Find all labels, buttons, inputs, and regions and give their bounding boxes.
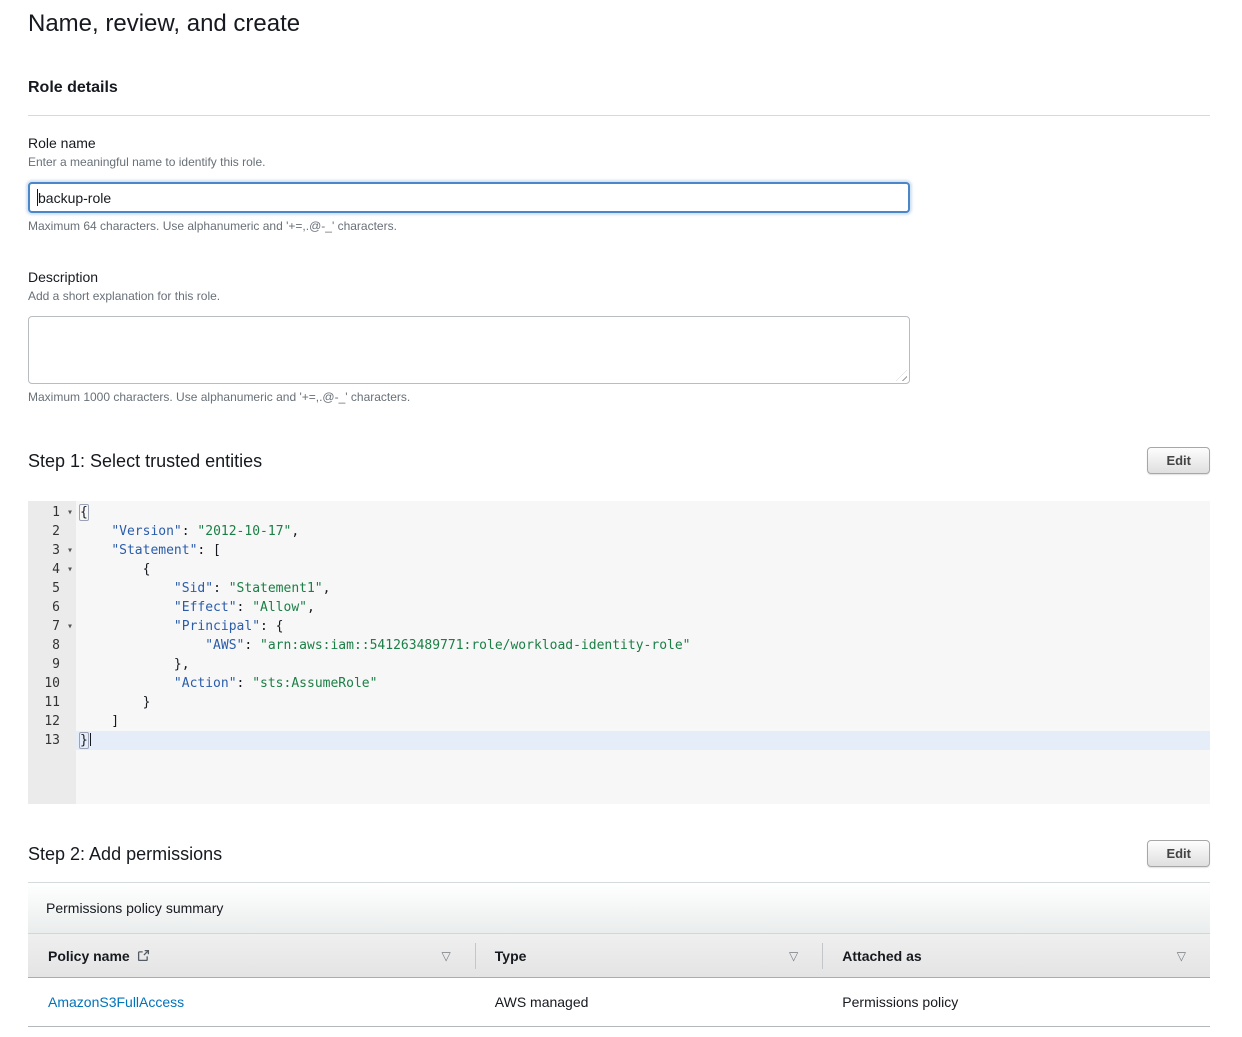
code-line-content: }, <box>76 655 1210 674</box>
filter-triangle-icon[interactable]: ▽ <box>442 949 451 963</box>
code-line: 2 "Version": "2012-10-17", <box>28 522 1210 541</box>
line-number: 4▾ <box>28 560 76 579</box>
code-line-content: "Action": "sts:AssumeRole" <box>76 674 1210 693</box>
line-number: 13 <box>28 731 76 750</box>
code-line: 7▾ "Principal": { <box>28 617 1210 636</box>
code-line: 1▾{ <box>28 503 1210 522</box>
line-number: 5 <box>28 579 76 598</box>
permissions-panel-title: Permissions policy summary <box>46 900 223 916</box>
line-number: 11 <box>28 693 76 712</box>
line-number: 7▾ <box>28 617 76 636</box>
step1-heading: Step 1: Select trusted entities <box>28 449 262 473</box>
code-line-content: "Statement": [ <box>76 541 1210 560</box>
code-line-content: "AWS": "arn:aws:iam::541263489771:role/w… <box>76 636 1210 655</box>
step2-header: Step 2: Add permissions Edit <box>28 840 1210 867</box>
code-line-content: } <box>76 693 1210 712</box>
policy-type-cell: AWS managed <box>475 978 823 1026</box>
code-line-content: "Version": "2012-10-17", <box>76 522 1210 541</box>
column-divider <box>475 943 476 969</box>
code-line: 4▾ { <box>28 560 1210 579</box>
fold-caret-icon[interactable]: ▾ <box>67 541 73 560</box>
type-column-label: Type <box>495 948 527 964</box>
code-line: 5 "Sid": "Statement1", <box>28 579 1210 598</box>
description-textarea-wrap <box>28 316 910 384</box>
external-link-icon[interactable] <box>137 949 150 962</box>
code-line: 10 "Action": "sts:AssumeRole" <box>28 674 1210 693</box>
code-line-content: { <box>76 503 1210 522</box>
code-line-content: ] <box>76 712 1210 731</box>
code-line-content: "Sid": "Statement1", <box>76 579 1210 598</box>
attached-as-cell: Permissions policy <box>822 978 1210 1026</box>
code-line: 12 ] <box>28 712 1210 731</box>
code-line: 13} <box>28 731 1210 750</box>
step1-header: Step 1: Select trusted entities Edit <box>28 447 1210 474</box>
filter-triangle-icon[interactable]: ▽ <box>789 949 798 963</box>
line-number: 8 <box>28 636 76 655</box>
description-hint: Add a short explanation for this role. <box>28 288 1210 304</box>
description-textarea[interactable] <box>28 316 910 384</box>
editor-cursor <box>90 733 91 746</box>
policy-name-cell: AmazonS3FullAccess <box>28 978 475 1026</box>
code-line: 6 "Effect": "Allow", <box>28 598 1210 617</box>
description-constraint: Maximum 1000 characters. Use alphanumeri… <box>28 389 1210 405</box>
permissions-panel-header: Permissions policy summary <box>28 883 1210 934</box>
table-row: AmazonS3FullAccess AWS managed Permissio… <box>28 978 1210 1027</box>
policy-name-column-label: Policy name <box>48 948 130 964</box>
role-details-heading: Role details <box>28 78 1210 98</box>
column-divider <box>822 943 823 969</box>
filter-triangle-icon[interactable]: ▽ <box>1177 949 1186 963</box>
line-number: 1▾ <box>28 503 76 522</box>
code-line: 8 "AWS": "arn:aws:iam::541263489771:role… <box>28 636 1210 655</box>
step2-edit-button[interactable]: Edit <box>1147 840 1210 867</box>
policy-name-link[interactable]: AmazonS3FullAccess <box>48 994 184 1010</box>
code-line-content: "Principal": { <box>76 617 1210 636</box>
attached-as-column-label: Attached as <box>842 948 921 964</box>
line-number: 3▾ <box>28 541 76 560</box>
trust-policy-editor[interactable]: 1▾{2 "Version": "2012-10-17",3▾ "Stateme… <box>28 501 1210 804</box>
page-title: Name, review, and create <box>28 8 1210 40</box>
step1-edit-button[interactable]: Edit <box>1147 447 1210 474</box>
code-line-content: "Effect": "Allow", <box>76 598 1210 617</box>
step2-heading: Step 2: Add permissions <box>28 842 222 866</box>
line-number: 12 <box>28 712 76 731</box>
role-name-field-group: Role name Enter a meaningful name to ide… <box>28 134 1210 234</box>
description-field-group: Description Add a short explanation for … <box>28 268 1210 405</box>
line-number: 6 <box>28 598 76 617</box>
divider <box>28 115 1210 116</box>
code-line: 3▾ "Statement": [ <box>28 541 1210 560</box>
role-name-input[interactable] <box>28 182 910 213</box>
role-name-constraint: Maximum 64 characters. Use alphanumeric … <box>28 218 1210 234</box>
main-content: Name, review, and create Role details Ro… <box>28 0 1210 1027</box>
fold-caret-icon[interactable]: ▾ <box>67 560 73 579</box>
line-number: 9 <box>28 655 76 674</box>
role-name-hint: Enter a meaningful name to identify this… <box>28 154 1210 170</box>
code-line: 9 }, <box>28 655 1210 674</box>
column-header-attached-as[interactable]: Attached as ▽ <box>822 934 1210 977</box>
column-header-type[interactable]: Type ▽ <box>475 934 823 977</box>
role-name-label: Role name <box>28 134 1210 152</box>
role-name-input-wrap <box>28 182 910 213</box>
code-line-content: { <box>76 560 1210 579</box>
text-cursor <box>37 189 38 206</box>
description-label: Description <box>28 268 1210 286</box>
code-line-content: } <box>76 731 1210 750</box>
fold-caret-icon[interactable]: ▾ <box>67 617 73 636</box>
column-header-policy-name[interactable]: Policy name ▽ <box>28 934 475 977</box>
table-header-row: Policy name ▽ Type ▽ <box>28 934 1210 978</box>
line-number: 10 <box>28 674 76 693</box>
fold-caret-icon[interactable]: ▾ <box>67 503 73 522</box>
line-number: 2 <box>28 522 76 541</box>
permissions-summary: Permissions policy summary Policy name ▽ <box>28 883 1210 1027</box>
code-line: 11 } <box>28 693 1210 712</box>
